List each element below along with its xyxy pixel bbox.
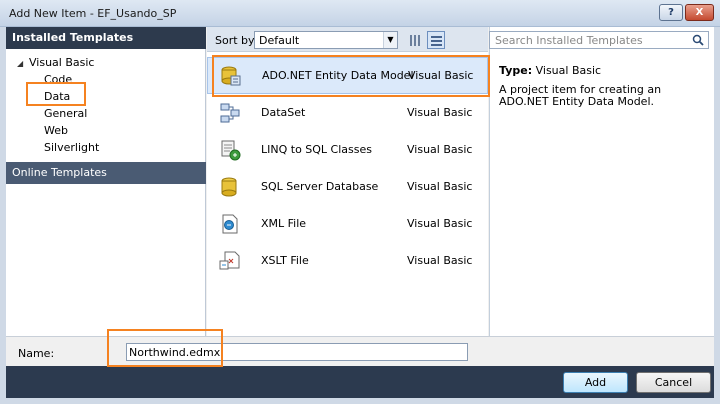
name-label: Name: <box>18 347 55 360</box>
highlight-selected-template <box>212 55 490 97</box>
templates-tree-pane: Installed Templates ◢ Visual Basic Code D… <box>6 27 206 336</box>
title-bar: Add New Item - EF_Usando_SP ? X <box>0 0 720 27</box>
type-value: Visual Basic <box>535 64 602 77</box>
template-item-xml-file[interactable]: XML File Visual Basic <box>207 206 488 243</box>
template-name: LINQ to SQL Classes <box>261 143 372 156</box>
cancel-button[interactable]: Cancel <box>636 372 711 393</box>
add-button[interactable]: Add <box>563 372 628 393</box>
search-installed-templates-input[interactable]: Search Installed Templates <box>489 31 709 49</box>
template-language: Visual Basic <box>407 217 473 230</box>
template-language: Visual Basic <box>407 143 473 156</box>
template-name: XSLT File <box>261 254 309 267</box>
list-view-button[interactable] <box>406 31 424 49</box>
tree-node-label: Visual Basic <box>29 56 95 69</box>
template-language: Visual Basic <box>407 180 473 193</box>
linq-icon <box>221 140 241 161</box>
template-type: Type: Visual Basic <box>499 64 601 77</box>
tree-node-silverlight[interactable]: Silverlight <box>44 141 99 154</box>
template-language: Visual Basic <box>407 106 473 119</box>
template-name: XML File <box>261 217 307 230</box>
highlight-name-field <box>107 329 223 367</box>
search-placeholder: Search Installed Templates <box>495 34 643 47</box>
window-title: Add New Item - EF_Usando_SP <box>9 7 177 20</box>
sort-by-select[interactable]: Default ▼ <box>254 31 398 49</box>
xslt-file-icon <box>219 251 240 270</box>
tree-node-general[interactable]: General <box>44 107 87 120</box>
tree-node-web[interactable]: Web <box>44 124 68 137</box>
template-item-dataset[interactable]: DataSet Visual Basic <box>207 95 488 132</box>
close-button[interactable]: X <box>685 4 714 21</box>
highlight-data-node <box>26 82 86 106</box>
template-description: A project item for creating an ADO.NET E… <box>499 83 662 108</box>
sort-by-value: Default <box>259 34 300 47</box>
template-name: SQL Server Database <box>261 180 379 193</box>
expand-arrow-icon[interactable]: ◢ <box>17 59 29 68</box>
help-button[interactable]: ? <box>659 4 683 21</box>
template-item-sql-server-database[interactable]: SQL Server Database Visual Basic <box>207 169 488 206</box>
sort-by-label: Sort by: <box>215 34 258 47</box>
installed-templates-header[interactable]: Installed Templates <box>6 27 206 49</box>
dataset-icon <box>220 103 240 123</box>
list-view-icon <box>410 35 421 46</box>
details-view-button[interactable] <box>427 31 445 49</box>
template-language: Visual Basic <box>407 254 473 267</box>
template-name: DataSet <box>261 106 306 119</box>
xml-file-icon <box>222 214 238 234</box>
online-templates-header[interactable]: Online Templates <box>6 162 206 184</box>
type-label: Type: <box>499 64 533 77</box>
search-icon[interactable] <box>692 34 704 46</box>
template-item-xslt-file[interactable]: XSLT File Visual Basic <box>207 243 488 280</box>
chevron-down-icon[interactable]: ▼ <box>383 32 397 48</box>
template-item-linq-to-sql-classes[interactable]: LINQ to SQL Classes Visual Basic <box>207 132 488 169</box>
details-view-icon <box>431 35 442 46</box>
database-icon <box>221 177 237 197</box>
tree-node-visual-basic[interactable]: ◢ Visual Basic <box>17 56 94 69</box>
